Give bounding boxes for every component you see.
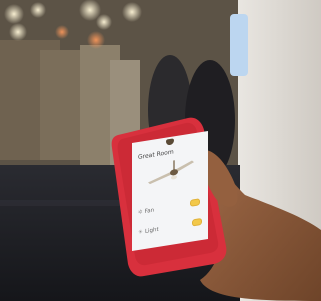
light-row[interactable]: ☀ Light: [138, 227, 159, 236]
fan-row-icon: ✲: [138, 209, 143, 217]
light-label: Light: [144, 226, 159, 235]
photo-scene: Great Room ✲ Fan ☀ Light: [0, 0, 321, 301]
phone-screen[interactable]: Great Room ✲ Fan ☀ Light: [132, 130, 208, 251]
light-toggle[interactable]: [192, 217, 202, 227]
fan-row[interactable]: ✲ Fan: [138, 207, 154, 216]
fan-toggle[interactable]: [190, 198, 200, 207]
fan-label: Fan: [144, 207, 155, 216]
ceiling-fan-icon: [148, 160, 194, 185]
light-row-icon: ☀: [138, 229, 143, 237]
brand-logo-icon: [166, 138, 174, 146]
